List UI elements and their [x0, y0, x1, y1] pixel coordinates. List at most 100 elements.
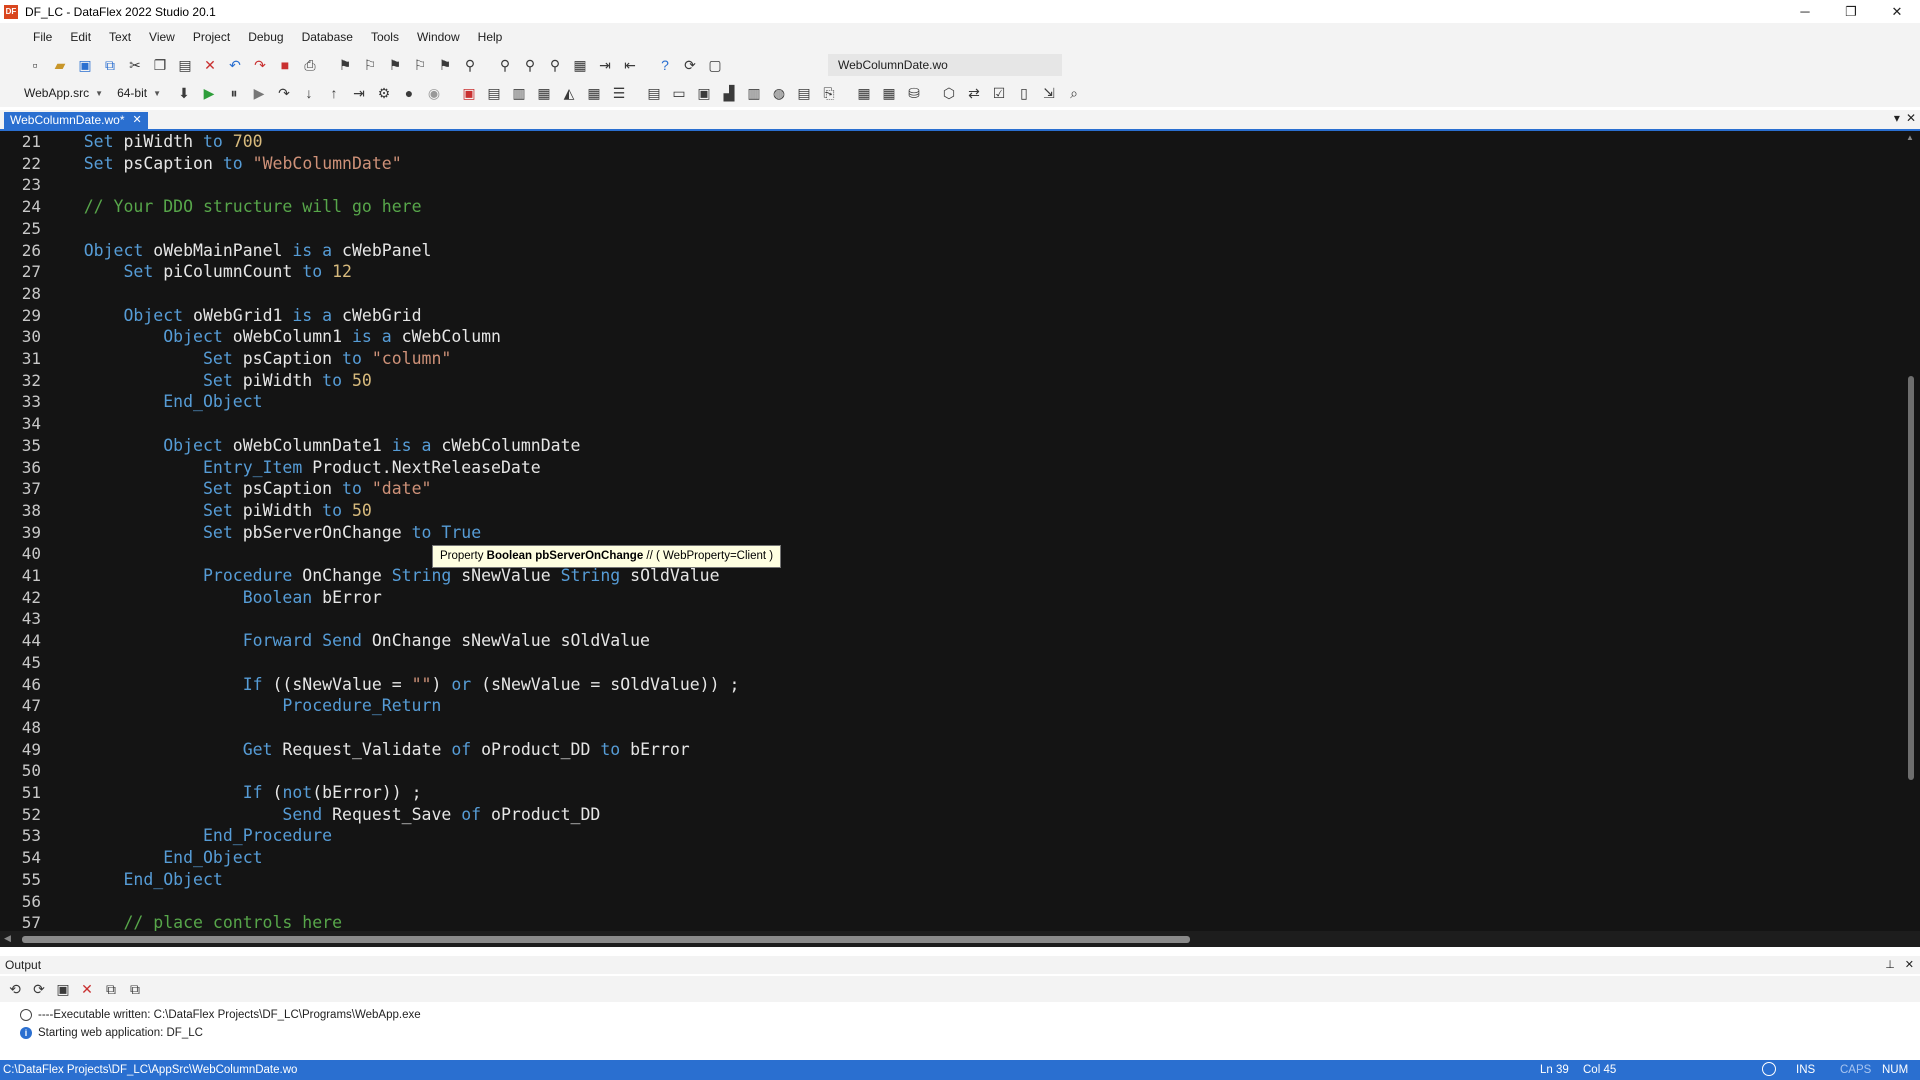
- goto-prev-error-icon[interactable]: ⟲: [6, 980, 24, 998]
- save-all-icon[interactable]: ⧉: [101, 56, 119, 74]
- cut-icon[interactable]: ✂: [126, 56, 144, 74]
- form-icon[interactable]: ▭: [670, 84, 688, 102]
- refresh-icon[interactable]: ⟳: [681, 56, 699, 74]
- continue-icon[interactable]: ▶: [250, 84, 268, 102]
- horizontal-scrollbar[interactable]: ◀: [0, 931, 1920, 947]
- table-icon[interactable]: ▦: [585, 84, 603, 102]
- code-explorer-icon[interactable]: ⚲: [461, 56, 479, 74]
- menu-window[interactable]: Window: [408, 23, 469, 51]
- code-line[interactable]: Procedure OnChange String sNewValue Stri…: [44, 565, 720, 587]
- code-line[interactable]: Set psCaption to "column": [44, 348, 451, 370]
- vertical-scrollbar[interactable]: ▲: [1902, 131, 1920, 931]
- output-log[interactable]: ----Executable written: C:\DataFlex Proj…: [0, 1003, 1920, 1059]
- code-line[interactable]: End_Object: [44, 869, 222, 891]
- export-icon[interactable]: ⎘: [820, 84, 838, 102]
- search-doc-icon[interactable]: ⌕: [1065, 84, 1083, 102]
- code-editor[interactable]: 21 22 23 24 25 26 27 28 29 30 31 32 33 34 35 36 37 38 39 40…: [0, 131, 1920, 931]
- menu-database[interactable]: Database: [293, 23, 362, 51]
- designer-icon[interactable]: ▣: [460, 84, 478, 102]
- delete-icon[interactable]: ✕: [201, 56, 219, 74]
- code-line[interactable]: // place controls here: [44, 912, 342, 931]
- clear-output-icon[interactable]: ✕: [78, 980, 96, 998]
- step-over-icon[interactable]: ↷: [275, 84, 293, 102]
- code-line[interactable]: Set pbServerOnChange to True: [44, 522, 481, 544]
- stop-icon[interactable]: ◉: [425, 84, 443, 102]
- code-line[interactable]: Entry_Item Product.NextReleaseDate: [44, 457, 541, 479]
- active-file-box[interactable]: WebColumnDate.wo: [828, 54, 1062, 76]
- code-line[interactable]: Set piColumnCount to 12: [44, 261, 352, 283]
- code-line[interactable]: If (not(bError)) ;: [44, 782, 422, 804]
- menu-debug[interactable]: Debug: [239, 23, 292, 51]
- step-into-icon[interactable]: ↓: [300, 84, 318, 102]
- paste-icon[interactable]: ▤: [176, 56, 194, 74]
- step-out-icon[interactable]: ↑: [325, 84, 343, 102]
- database-connect-icon[interactable]: ⛁: [905, 84, 923, 102]
- code-line[interactable]: Set piWidth to 700: [44, 131, 263, 153]
- minimize-button[interactable]: ─: [1782, 0, 1828, 23]
- outdent-icon[interactable]: ⇤: [621, 56, 639, 74]
- properties-icon[interactable]: ▤: [485, 84, 503, 102]
- code-line[interactable]: End_Object: [44, 847, 262, 869]
- maximize-button[interactable]: ❐: [1828, 0, 1874, 23]
- window-layout-icon[interactable]: ▢: [706, 56, 724, 74]
- menu-project[interactable]: Project: [184, 23, 239, 51]
- code-line[interactable]: Procedure_Return: [44, 695, 441, 717]
- exit-icon[interactable]: ⇲: [1040, 84, 1058, 102]
- list-icon[interactable]: ☰: [610, 84, 628, 102]
- code-line[interactable]: End_Procedure: [44, 825, 332, 847]
- new-file-icon[interactable]: ▫: [26, 56, 44, 74]
- copy-all-icon[interactable]: ⧉: [126, 980, 144, 998]
- dialog-icon[interactable]: ▣: [695, 84, 713, 102]
- report-icon[interactable]: ◭: [560, 84, 578, 102]
- print-icon[interactable]: ⎙: [301, 56, 319, 74]
- horizontal-scroll-thumb[interactable]: [22, 936, 1190, 943]
- code-line[interactable]: Object oWebMainPanel is a cWebPanel: [44, 240, 432, 262]
- code-line[interactable]: If ((sNewValue = "") or (sNewValue = sOl…: [44, 674, 740, 696]
- checklist-icon[interactable]: ☑: [990, 84, 1008, 102]
- select-all-icon[interactable]: ⧉: [102, 980, 120, 998]
- find-in-files-icon[interactable]: ▦: [571, 56, 589, 74]
- undo-icon[interactable]: ↶: [226, 56, 244, 74]
- stop-record-icon[interactable]: ■: [276, 56, 294, 74]
- scroll-up-icon[interactable]: ▲: [1906, 133, 1914, 142]
- code-area[interactable]: Set piWidth to 700 Set psCaption to "Web…: [44, 131, 1902, 931]
- pause-icon[interactable]: ⏸: [225, 84, 243, 102]
- menu-file[interactable]: File: [24, 23, 61, 51]
- code-line[interactable]: Object oWebColumn1 is a cWebColumn: [44, 326, 501, 348]
- redo-icon[interactable]: ↷: [251, 56, 269, 74]
- save-icon[interactable]: ▣: [76, 56, 94, 74]
- indent-icon[interactable]: ⇥: [596, 56, 614, 74]
- project-select[interactable]: WebApp.src ▼: [24, 86, 103, 100]
- grid-icon[interactable]: ▥: [745, 84, 763, 102]
- next-bookmark-icon[interactable]: ⚑: [386, 56, 404, 74]
- code-line[interactable]: // Your DDO structure will go here: [44, 196, 422, 218]
- help-icon[interactable]: ?: [656, 56, 674, 74]
- code-line[interactable]: Send Request_Save of oProduct_DD: [44, 804, 600, 826]
- scroll-left-icon[interactable]: ◀: [4, 933, 11, 944]
- find-icon[interactable]: ⚲: [496, 56, 514, 74]
- toggle-bookmark-icon[interactable]: ⚐: [411, 56, 429, 74]
- package-icon[interactable]: ⬡: [940, 84, 958, 102]
- close-document-icon[interactable]: ✕: [1906, 111, 1916, 125]
- menu-tools[interactable]: Tools: [362, 23, 408, 51]
- code-line[interactable]: Object oWebGrid1 is a cWebGrid: [44, 305, 421, 327]
- run-icon[interactable]: ▶: [200, 84, 218, 102]
- menu-view[interactable]: View: [140, 23, 184, 51]
- platform-select[interactable]: 64-bit ▼: [117, 86, 161, 100]
- code-line[interactable]: Boolean bError: [44, 587, 382, 609]
- find-prev-icon[interactable]: ⚲: [546, 56, 564, 74]
- copy-output-icon[interactable]: ▣: [54, 980, 72, 998]
- tab-webcolumndate[interactable]: WebColumnDate.wo* ✕: [4, 112, 148, 129]
- panel-icon[interactable]: ▤: [645, 84, 663, 102]
- view-icon[interactable]: ▥: [510, 84, 528, 102]
- database-table-icon[interactable]: ▦: [855, 84, 873, 102]
- vertical-scroll-thumb[interactable]: [1908, 376, 1914, 780]
- menu-edit[interactable]: Edit: [61, 23, 100, 51]
- chart-icon[interactable]: ▟: [720, 84, 738, 102]
- run-to-cursor-icon[interactable]: ⇥: [350, 84, 368, 102]
- tab-list-dropdown-icon[interactable]: ▾: [1894, 111, 1900, 125]
- deploy-icon[interactable]: ⇄: [965, 84, 983, 102]
- code-line[interactable]: Set psCaption to "date": [44, 478, 432, 500]
- output-close-icon[interactable]: ✕: [1905, 956, 1914, 974]
- code-line[interactable]: End_Object: [44, 391, 262, 413]
